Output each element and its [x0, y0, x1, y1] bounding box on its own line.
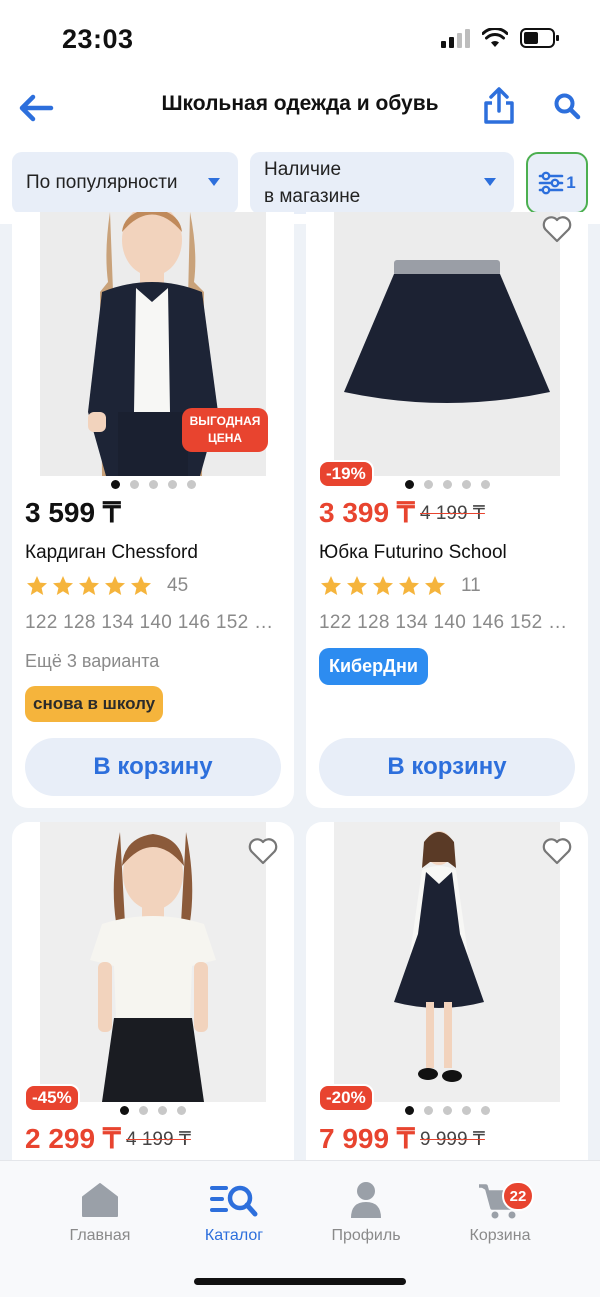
- battery-icon: [520, 28, 559, 48]
- nav-profile[interactable]: Профиль: [306, 1179, 426, 1245]
- badge-line1: ВЫГОДНАЯ: [189, 414, 261, 428]
- product-card[interactable]: -19% 3 399 ₸ 4 199 ₸ Юбка Futurino Schoo…: [306, 212, 588, 808]
- caret-down-icon: [484, 178, 496, 186]
- heart-icon: [248, 838, 278, 865]
- best-price-badge: ВЫГОДНАЯ ЦЕНА: [182, 408, 268, 452]
- product-image[interactable]: [334, 822, 560, 1102]
- product-rating: 11: [319, 574, 481, 598]
- review-count: 11: [461, 575, 481, 596]
- favorite-button[interactable]: [540, 834, 574, 868]
- cart-count-badge: 22: [502, 1181, 534, 1211]
- wifi-icon: [482, 28, 508, 47]
- add-to-cart-button[interactable]: В корзину: [319, 738, 575, 796]
- stock-label-line2: в магазине: [264, 186, 361, 207]
- product-price: 3 599 ₸: [25, 497, 121, 528]
- star-icon: [79, 576, 99, 595]
- star-icon: [321, 576, 341, 595]
- review-count: 45: [167, 575, 189, 596]
- nav-home-label: Главная: [69, 1227, 131, 1244]
- nav-catalog[interactable]: Каталог: [174, 1179, 294, 1245]
- profile-icon: [351, 1182, 381, 1218]
- product-price: 7 999 ₸: [319, 1123, 415, 1154]
- old-price: 9 999 ₸: [420, 1129, 485, 1150]
- nav-cart-label: Корзина: [469, 1227, 531, 1244]
- home-indicator[interactable]: [194, 1278, 406, 1285]
- available-sizes: 122 128 134 140 146 152 158 164: [319, 612, 575, 633]
- nav-catalog-label: Каталог: [204, 1227, 264, 1244]
- product-name: Юбка Futurino School: [319, 542, 507, 563]
- status-bar: 23:03: [0, 0, 600, 78]
- bottom-navigation: Главная Каталог Профиль 22 Корзина: [0, 1160, 600, 1297]
- search-button[interactable]: [546, 84, 588, 128]
- dress-photo: [334, 822, 560, 1102]
- image-pagination[interactable]: [306, 1106, 588, 1115]
- filters-button[interactable]: 1: [526, 152, 588, 214]
- blouse-photo: [40, 822, 266, 1102]
- favorite-button[interactable]: [246, 834, 280, 868]
- sort-label: По популярности: [26, 172, 178, 193]
- heart-icon: [542, 216, 572, 243]
- active-filters-count: 1: [566, 173, 576, 192]
- heart-icon: [542, 838, 572, 865]
- sliders-icon: [538, 171, 564, 195]
- stock-dropdown[interactable]: Наличие в магазине: [250, 152, 514, 214]
- product-name: Кардиган Chessford: [25, 542, 198, 563]
- nav-home[interactable]: Главная: [40, 1179, 160, 1245]
- status-icons: [441, 28, 560, 48]
- share-button[interactable]: [478, 84, 520, 128]
- available-sizes: 122 128 134 140 146 152 158 164: [25, 612, 281, 633]
- stock-label-line1: Наличие: [264, 159, 342, 180]
- star-icon: [131, 576, 151, 595]
- nav-cart[interactable]: 22 Корзина: [440, 1179, 560, 1245]
- image-pagination[interactable]: [12, 1106, 294, 1115]
- product-card[interactable]: ВЫГОДНАЯ ЦЕНА 3 599 ₸ Кардиган Chessford…: [12, 212, 294, 808]
- top-bar: Школьная одежда и обувь: [0, 78, 600, 140]
- skirt-photo: [334, 212, 560, 476]
- variants-link[interactable]: Ещё 3 варианта: [25, 651, 159, 672]
- cellular-signal-icon: [441, 28, 470, 48]
- product-image[interactable]: [40, 822, 266, 1102]
- favorite-button[interactable]: [540, 212, 574, 246]
- stock-label: Наличие в магазине: [264, 156, 360, 210]
- promo-tag: КиберДни: [319, 648, 428, 685]
- old-price: 4 199 ₸: [126, 1129, 191, 1150]
- home-icon: [82, 1183, 118, 1217]
- caret-down-icon: [208, 178, 220, 186]
- star-icon: [53, 576, 73, 595]
- star-icon: [105, 576, 125, 595]
- promo-tag: снова в школу: [25, 686, 164, 722]
- product-card[interactable]: -20% 7 999 ₸ 9 999 ₸: [306, 822, 588, 1160]
- star-icon: [347, 576, 367, 595]
- share-icon: [484, 87, 514, 124]
- product-image[interactable]: [334, 212, 560, 476]
- old-price: 4 199 ₸: [420, 503, 485, 524]
- nav-profile-label: Профиль: [331, 1227, 401, 1244]
- star-icon: [27, 576, 47, 595]
- product-price: 3 399 ₸: [319, 497, 415, 528]
- sort-dropdown[interactable]: По популярности: [12, 152, 238, 214]
- product-rating: 45: [25, 574, 188, 598]
- badge-line2: ЦЕНА: [207, 431, 243, 445]
- product-card[interactable]: -45% 2 299 ₸ 4 199 ₸: [12, 822, 294, 1160]
- star-icon: [399, 576, 419, 595]
- search-icon: [554, 93, 581, 120]
- star-icon: [425, 576, 445, 595]
- image-pagination[interactable]: [12, 480, 294, 489]
- product-price: 2 299 ₸: [25, 1123, 121, 1154]
- star-icon: [373, 576, 393, 595]
- image-pagination[interactable]: [306, 480, 588, 489]
- catalog-search-icon: [210, 1185, 258, 1217]
- add-to-cart-button[interactable]: В корзину: [25, 738, 281, 796]
- status-time: 23:03: [62, 24, 134, 54]
